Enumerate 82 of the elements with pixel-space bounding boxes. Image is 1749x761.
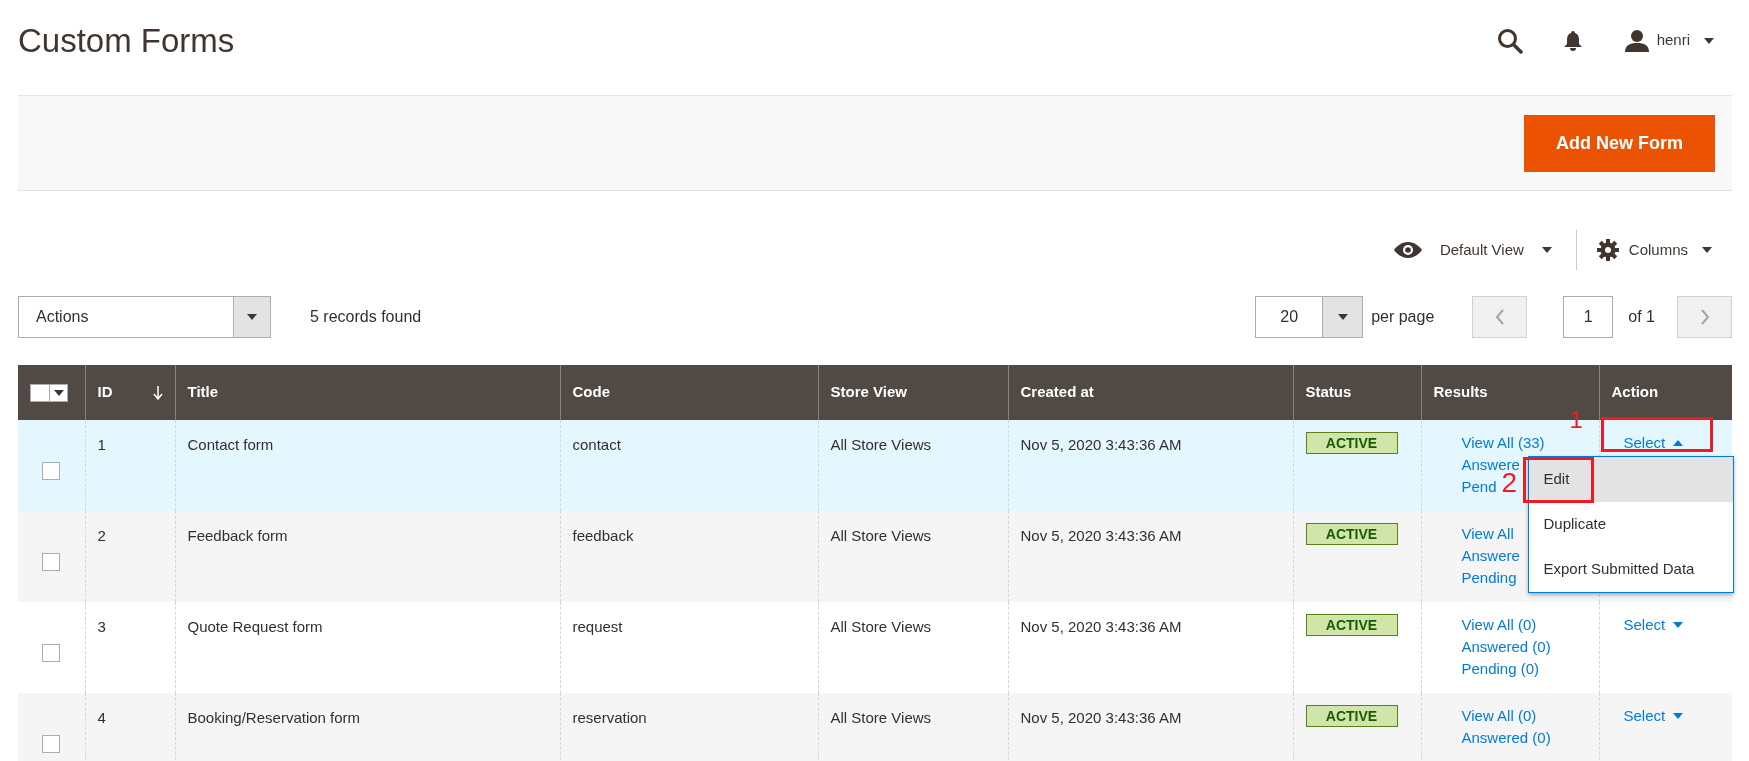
caret-down-icon <box>1673 713 1684 719</box>
table-cell: All Store Views <box>830 527 932 544</box>
table-cell: Nov 5, 2020 3:43:36 AM <box>1020 527 1182 544</box>
highlight-frame <box>1522 457 1594 503</box>
caret-down-icon <box>1702 247 1712 253</box>
table-cell: Contact form <box>187 436 274 453</box>
table-cell: Feedback form <box>187 527 288 544</box>
results-link[interactable]: View All (0) <box>1461 614 1537 636</box>
column-header[interactable]: Code <box>560 365 818 420</box>
results-link[interactable]: View All (0) <box>1461 705 1537 727</box>
column-header[interactable]: ID <box>85 365 175 420</box>
table-cell: Nov 5, 2020 3:43:36 AM <box>1020 436 1182 453</box>
results-link[interactable]: Pending <box>1461 567 1517 589</box>
row-checkbox[interactable] <box>42 643 60 662</box>
next-page-button[interactable] <box>1677 296 1732 338</box>
table-cell: 2 <box>97 527 106 544</box>
caret-down-icon <box>247 314 257 320</box>
menu-item[interactable]: Export Submitted Data <box>1528 547 1733 592</box>
results-link[interactable]: View All (33) <box>1461 432 1545 454</box>
search-icon[interactable] <box>1496 27 1523 54</box>
status-badge: ACTIVE <box>1305 705 1398 727</box>
results-link[interactable]: Pend <box>1461 476 1497 498</box>
row-checkbox[interactable] <box>42 734 60 753</box>
previous-page-button[interactable] <box>1472 296 1528 338</box>
caret-down-icon <box>53 389 64 396</box>
column-header[interactable]: Status <box>1293 365 1421 420</box>
records-count: 5 records found <box>310 307 423 327</box>
results-link[interactable]: View All <box>1461 523 1514 545</box>
columns-control[interactable]: Columns <box>1576 238 1712 262</box>
status-badge: ACTIVE <box>1305 432 1398 454</box>
table-cell: Quote Request form <box>187 618 323 635</box>
status-badge: ACTIVE <box>1305 523 1398 545</box>
caret-up-icon <box>1673 440 1684 446</box>
chevron-left-icon <box>1494 309 1505 325</box>
status-badge: ACTIVE <box>1305 614 1398 636</box>
row-checkbox[interactable] <box>42 552 60 571</box>
row-checkbox[interactable] <box>42 461 60 480</box>
page-size-dropdown[interactable]: 20 <box>1255 296 1364 338</box>
column-header[interactable]: Store View <box>818 365 1008 420</box>
select-action-link[interactable]: Select <box>1623 614 1684 636</box>
select-action-link[interactable]: Select <box>1623 432 1684 454</box>
gear-icon <box>1596 239 1619 261</box>
table-cell: 4 <box>97 709 106 726</box>
table-cell: request <box>572 618 623 635</box>
eye-icon <box>1393 242 1422 258</box>
view-switcher[interactable]: Default View <box>1393 238 1576 262</box>
select-all-checkbox[interactable] <box>30 383 68 402</box>
column-header[interactable]: Created at <box>1008 365 1293 420</box>
column-header[interactable]: Title <box>175 365 560 420</box>
table-cell: reservation <box>572 709 647 726</box>
results-link[interactable]: Answere <box>1461 545 1520 567</box>
table-cell: 1 <box>97 436 106 453</box>
table-cell: 3 <box>97 618 106 635</box>
user-menu[interactable]: henri <box>1624 29 1714 52</box>
results-link[interactable]: Pending (0) <box>1461 658 1540 680</box>
table-cell: contact <box>572 436 621 453</box>
actions-dropdown[interactable]: Actions <box>18 296 271 338</box>
caret-down-icon <box>1673 622 1684 628</box>
caret-down-icon <box>1704 37 1714 44</box>
total-pages-label: of 1 <box>1628 307 1655 327</box>
table-cell: All Store Views <box>830 618 932 635</box>
user-icon <box>1624 29 1649 52</box>
menu-item[interactable]: Duplicate <box>1528 502 1733 547</box>
table-cell: Booking/Reservation form <box>187 709 361 726</box>
caret-down-icon <box>1541 247 1552 253</box>
page-number-field[interactable]: 1 <box>1563 296 1614 338</box>
table-cell: Nov 5, 2020 3:43:36 AM <box>1020 709 1182 726</box>
bell-icon[interactable] <box>1562 29 1583 52</box>
chevron-right-icon <box>1699 309 1710 325</box>
select-action-link[interactable]: Select <box>1623 705 1684 727</box>
table-cell: All Store Views <box>830 436 932 453</box>
page-title: Custom Forms <box>18 20 236 61</box>
table-cell: feedback <box>572 527 634 544</box>
results-link[interactable]: Answered (0) <box>1461 727 1551 749</box>
menu-item[interactable]: Edit <box>1528 457 1733 502</box>
results-link[interactable]: Answered (0) <box>1461 636 1551 658</box>
table-cell: Nov 5, 2020 3:43:36 AM <box>1020 618 1182 635</box>
per-page-label: per page <box>1371 307 1435 327</box>
caret-down-icon <box>1337 314 1348 320</box>
table-cell: All Store Views <box>830 709 932 726</box>
add-new-form-button[interactable]: Add New Form <box>1524 114 1715 172</box>
column-header[interactable]: Action <box>1599 365 1732 420</box>
